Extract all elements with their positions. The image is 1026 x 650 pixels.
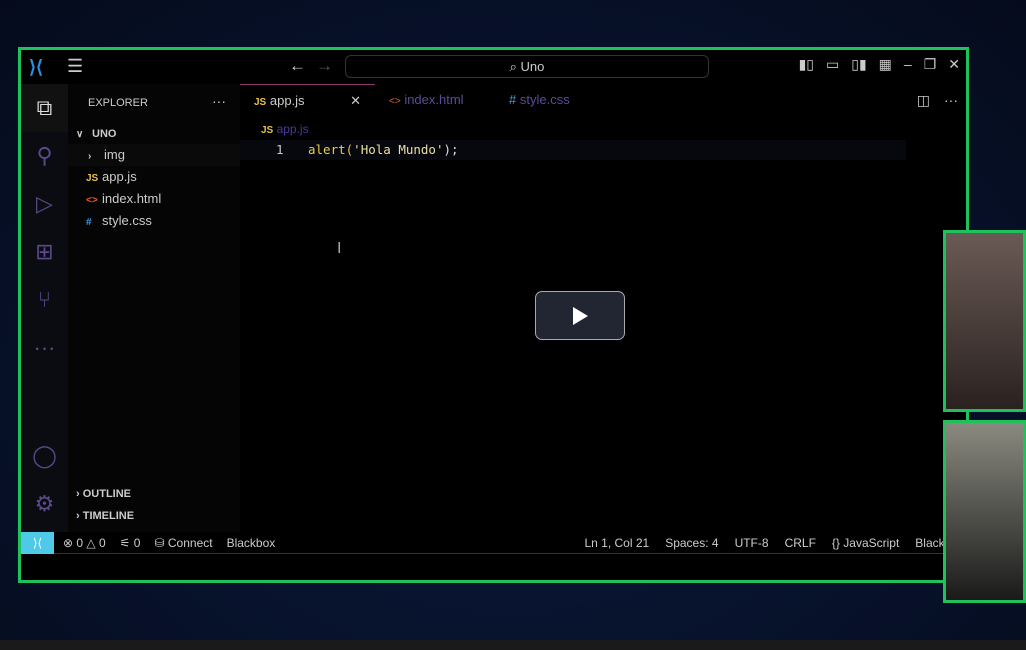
title-bar: ⟩⟨ ☰ ← → ⌕ Uno ▮▯ ▭ ▯▮ ▦ – ❐ ✕ [21,50,966,84]
vscode-window: ⟩⟨ ☰ ← → ⌕ Uno ▮▯ ▭ ▯▮ ▦ – ❐ ✕ ⧉ ⚲ ▷ ⊞ ⑂ … [18,47,969,583]
extensions-icon[interactable]: ⊞ [21,228,68,276]
breadcrumb-label: app.js [276,122,309,136]
outline-section[interactable]: › OUTLINE [76,488,131,500]
play-button[interactable] [535,291,625,340]
tab-stylecss[interactable]: # style.css [495,84,584,116]
folder-label: UNO [92,128,117,140]
chevron-down-icon: ∨ [76,129,84,140]
back-icon[interactable]: ← [289,56,306,75]
cursor-position[interactable]: Ln 1, Col 21 [584,532,649,554]
html-file-icon: <> [86,195,98,206]
chevron-right-icon: › [88,151,92,162]
remote-icon[interactable]: ⟩⟨ [21,532,54,554]
editor-tabs: JS app.js ✕ <> index.html # style.css [240,84,966,116]
errors-count: 0 [76,536,84,550]
line-number: 1 [276,142,284,157]
html-file-icon: <> [389,96,401,107]
play-icon [573,306,588,325]
video-bottom-bar [0,640,1026,650]
js-file-icon: JS [86,173,99,184]
forward-icon[interactable]: → [316,56,333,75]
search-label: Uno [520,59,545,74]
breadcrumb[interactable]: JS app.js [261,122,309,136]
js-file-icon: JS [254,97,267,108]
js-file-icon: JS [261,125,274,136]
css-file-icon: # [509,92,517,107]
search-view-icon[interactable]: ⚲ [21,132,68,180]
webcam-feed-2 [943,420,1026,603]
code-end: ); [443,142,459,157]
tab-label: index.html [404,92,464,107]
explorer-icon[interactable]: ⧉ [21,84,68,132]
toggle-sidebar-icon[interactable]: ▮▯ [799,56,814,73]
activity-bar: ⧉ ⚲ ▷ ⊞ ⑂ ··· ◯ ⚙ [21,84,68,532]
menu-icon[interactable]: ☰ [67,56,83,77]
layout-icon[interactable]: ▦ [879,56,892,73]
vscode-logo-icon: ⟩⟨ [29,57,44,77]
tab-appjs[interactable]: JS app.js ✕ [240,84,375,116]
minimize-icon[interactable]: – [904,56,912,73]
command-center-search[interactable]: ⌕ Uno [345,55,709,78]
connect-label: Connect [167,536,213,550]
outline-label: OUTLINE [82,488,132,500]
problems-status[interactable]: ⊗ 0 △ 0 [63,532,106,554]
language-mode[interactable]: {} JavaScript [832,532,899,554]
tree-item-appjs[interactable]: JS app.js [68,166,240,188]
toggle-panel-icon[interactable]: ▭ [826,56,839,73]
code-fn: alert [308,142,346,157]
timeline-label: TIMELINE [82,510,135,522]
blackbox-status[interactable]: Blackbox [227,532,276,554]
close-tab-icon[interactable]: ✕ [350,85,361,117]
editor-more-icon[interactable]: ··· [944,92,958,109]
restore-icon[interactable]: ❐ [924,56,937,73]
code-line-1[interactable]: 1 alert('Hola Mundo'); [240,140,906,160]
database-icon: ⛁ [154,536,165,550]
more-icon[interactable]: ··· [21,324,68,372]
item-label: app.js [102,169,137,184]
tab-label: style.css [519,92,570,107]
gear-icon[interactable]: ⚙ [21,480,68,528]
encoding[interactable]: UTF-8 [735,532,769,554]
tree-item-indexhtml[interactable]: <> index.html [68,188,240,210]
tree-item-stylecss[interactable]: # style.css [68,210,240,232]
line-ending[interactable]: CRLF [785,532,816,554]
account-icon[interactable]: ◯ [21,432,68,480]
tree-item-img[interactable]: › img [68,144,240,166]
connect-status[interactable]: ⛁ Connect [154,532,212,554]
webcam-feed-1 [943,230,1026,412]
explorer-title: EXPLORER [88,97,148,109]
tab-indexhtml[interactable]: <> index.html [375,84,495,116]
ports-count: 0 [133,536,141,550]
search-icon: ⌕ [509,59,521,74]
split-editor-icon[interactable]: ◫ [917,92,930,109]
warnings-count: 0 [98,536,106,550]
indentation[interactable]: Spaces: 4 [665,532,718,554]
ports-status[interactable]: ⚟ 0 [120,532,141,554]
broadcast-icon: ⚟ [119,536,131,550]
item-label: style.css [102,213,152,228]
item-label: index.html [102,191,162,206]
folder-uno[interactable]: ∨ UNO [68,122,240,144]
tab-label: app.js [269,93,305,108]
text-cursor-icon: I [337,240,342,257]
toggle-secondary-sidebar-icon[interactable]: ▯▮ [851,56,866,73]
css-file-icon: # [86,217,92,228]
timeline-section[interactable]: › TIMELINE [76,510,134,522]
code-string: 'Hola Mundo' [353,142,444,157]
braces-icon: {} [831,536,840,550]
explorer-sidebar: EXPLORER ··· ∨ UNO › img JS app.js <> index.… [68,84,240,532]
run-debug-icon[interactable]: ▷ [21,180,68,228]
more-actions-icon[interactable]: ··· [212,93,226,109]
source-control-icon[interactable]: ⑂ [21,276,68,324]
item-label: img [104,147,125,162]
language-label: JavaScript [843,536,900,550]
status-bar: ⟩⟨ ⊗ 0 △ 0 ⚟ 0 ⛁ Connect Blackbox Ln 1, … [21,532,966,554]
close-window-icon[interactable]: ✕ [948,56,960,73]
